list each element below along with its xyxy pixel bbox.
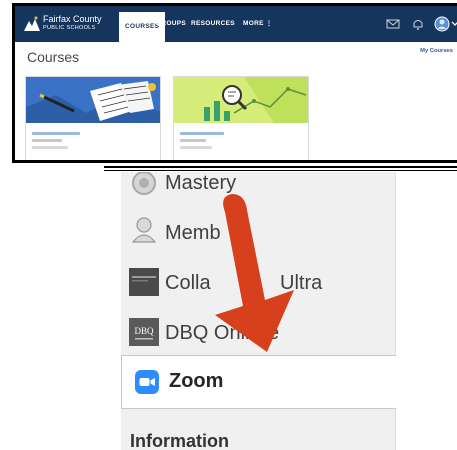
avatar[interactable] bbox=[434, 16, 450, 32]
top-nav-bar: Fairfax County PUBLIC SCHOOLS COURSES GR… bbox=[15, 6, 457, 42]
lms-screenshot: Fairfax County PUBLIC SCHOOLS COURSES GR… bbox=[12, 3, 457, 163]
divider bbox=[104, 170, 457, 171]
chevron-down-icon[interactable] bbox=[451, 17, 457, 31]
tab-more[interactable]: MORE ⋮ bbox=[243, 6, 273, 42]
logo-subtitle: PUBLIC SCHOOLS bbox=[43, 25, 96, 31]
tab-resources[interactable]: RESOURCES bbox=[191, 6, 235, 42]
divider bbox=[104, 166, 457, 168]
course-card[interactable] bbox=[173, 76, 309, 160]
menu-screenshot: Mastery Memb Colla Ultra DBQ DBQ Onli e bbox=[93, 172, 396, 450]
notebook-pencil-illustration bbox=[26, 77, 160, 123]
my-courses-link[interactable]: My Courses bbox=[420, 48, 453, 54]
logo-title: Fairfax County bbox=[43, 14, 102, 24]
course-card[interactable] bbox=[25, 76, 161, 160]
bell-icon[interactable] bbox=[411, 17, 425, 31]
fcps-logo[interactable]: Fairfax County PUBLIC SCHOOLS bbox=[23, 13, 111, 35]
mail-icon[interactable] bbox=[386, 17, 400, 31]
chart-magnifier-illustration bbox=[174, 77, 308, 123]
red-arrow-annotation bbox=[215, 194, 294, 352]
page-title: Courses bbox=[27, 49, 80, 65]
tab-groups[interactable]: GROUPS bbox=[156, 6, 186, 42]
logo-mark-icon bbox=[24, 16, 40, 31]
